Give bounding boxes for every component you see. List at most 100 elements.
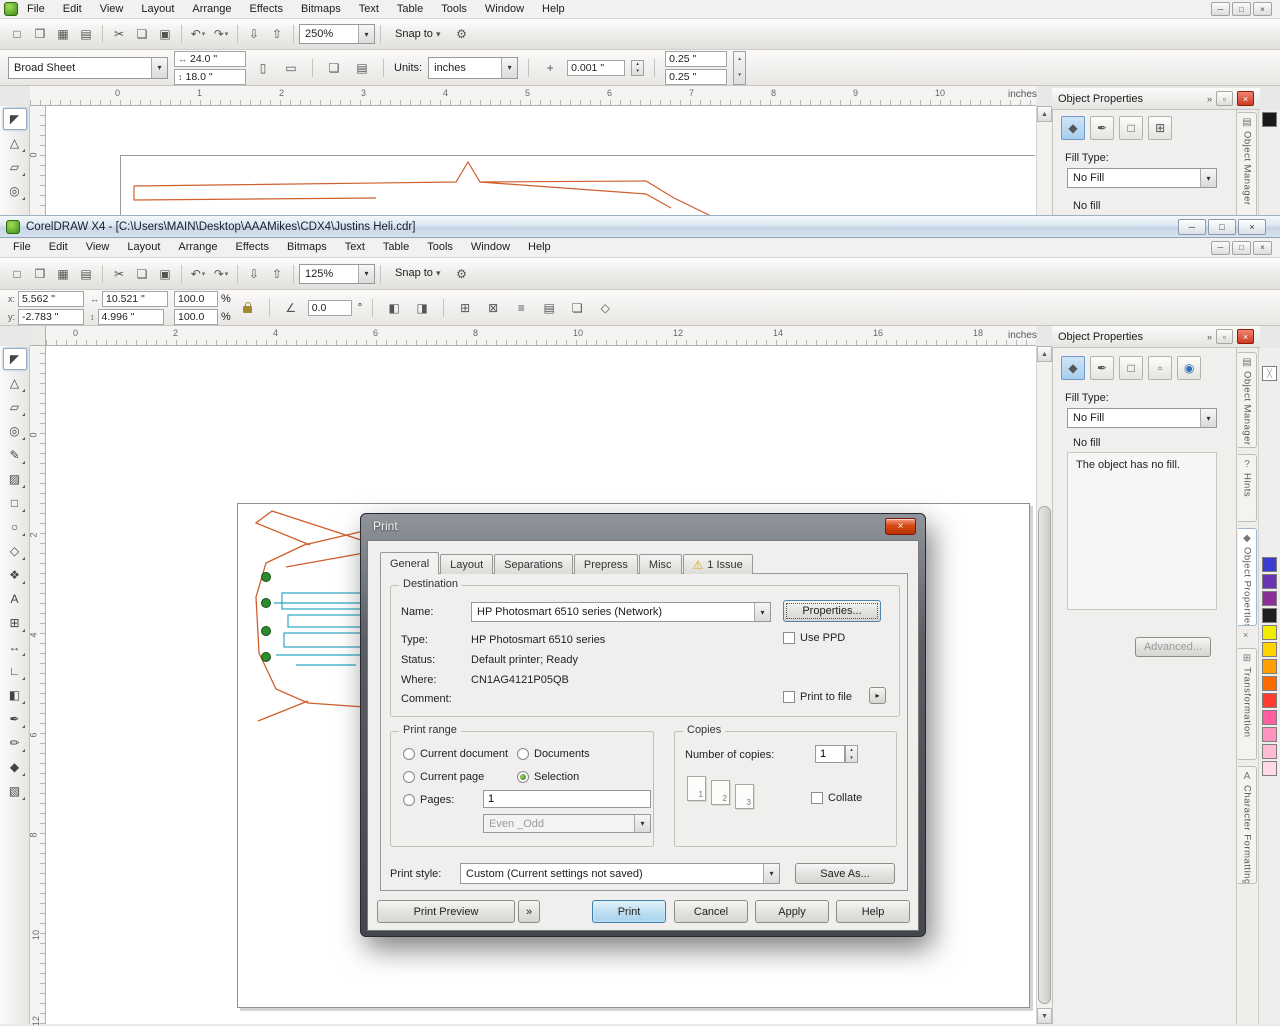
- outline-properties-icon[interactable]: ✒: [1090, 116, 1115, 140]
- print-style-combo[interactable]: Custom (Current settings not saved) ▾: [460, 863, 780, 884]
- mini-preview-button[interactable]: »: [518, 900, 540, 923]
- canvas-scrollbar[interactable]: ▲ ▼: [1036, 346, 1052, 1024]
- zoom-tool[interactable]: ◎: [3, 420, 27, 442]
- docker-dock-icon[interactable]: ▫: [1216, 329, 1233, 344]
- import-icon[interactable]: ⇩: [243, 23, 265, 45]
- color-swatch[interactable]: [1262, 676, 1277, 691]
- checkbox-icon[interactable]: [783, 691, 795, 703]
- menu-file[interactable]: File: [4, 239, 40, 256]
- save-as-button[interactable]: Save As...: [795, 863, 895, 884]
- new-icon[interactable]: □: [6, 23, 28, 45]
- dialog-close-button[interactable]: ×: [885, 518, 916, 535]
- copy-icon[interactable]: ❏: [131, 23, 153, 45]
- export-icon[interactable]: ⇧: [266, 23, 288, 45]
- options-icon[interactable]: ⚙: [451, 23, 473, 45]
- fill-properties-icon[interactable]: ◆: [1061, 356, 1085, 380]
- redo-icon[interactable]: ↷ ▾: [210, 23, 232, 45]
- dropdown-arrow-icon[interactable]: ▾: [151, 57, 167, 78]
- docker-collapse-icon[interactable]: »: [1207, 332, 1212, 342]
- x-position-field[interactable]: 5.562 ": [18, 290, 85, 307]
- color-swatch[interactable]: [1262, 591, 1277, 606]
- shape-tool[interactable]: △: [3, 372, 27, 394]
- color-swatch[interactable]: [1262, 693, 1277, 708]
- tab-general[interactable]: General: [380, 552, 440, 574]
- docker-tab-character-formatting[interactable]: A Character Formatting: [1238, 766, 1257, 884]
- outline-tool[interactable]: ✏: [3, 732, 27, 754]
- docker-close-icon[interactable]: ×: [1237, 91, 1254, 106]
- checkbox-icon[interactable]: [783, 632, 795, 644]
- minimize-icon[interactable]: ─: [1178, 218, 1206, 235]
- docker-tab-object-manager[interactable]: ▤ Object Manager: [1238, 112, 1257, 232]
- printer-name-combo[interactable]: HP Photosmart 6510 series (Network) ▾: [471, 602, 771, 622]
- drawing-canvas[interactable]: [46, 106, 1036, 216]
- print-to-file-options-button[interactable]: ▸: [869, 687, 886, 704]
- crop-tool[interactable]: ▱: [3, 156, 27, 178]
- ruler-origin[interactable]: [30, 326, 46, 346]
- undo-icon[interactable]: ↶ ▾: [187, 263, 209, 285]
- options-icon[interactable]: ⚙: [451, 263, 473, 285]
- paste-icon[interactable]: ▣: [154, 23, 176, 45]
- restore-icon[interactable]: □: [1232, 2, 1251, 16]
- pick-tool[interactable]: ◤: [2, 108, 27, 130]
- duplicate-spinner[interactable]: ▴ ▾: [733, 50, 747, 85]
- paper-width-field[interactable]: ↔ 24.0 ": [174, 50, 246, 67]
- portrait-icon[interactable]: ▯: [252, 57, 274, 79]
- zoom-level-combo[interactable]: 125% ▾: [299, 263, 375, 284]
- freehand-tool[interactable]: ✎: [3, 444, 27, 466]
- copy-icon[interactable]: ❏: [131, 263, 153, 285]
- scrollbar-thumb[interactable]: [1038, 506, 1051, 1004]
- docker-dock-icon[interactable]: ▫: [1216, 91, 1233, 106]
- snap-to-menu[interactable]: Snap to ▾: [386, 26, 450, 43]
- radio-icon[interactable]: [403, 771, 415, 783]
- ellipse-tool[interactable]: ○: [3, 516, 27, 538]
- connector-tool[interactable]: ∟: [3, 660, 27, 682]
- help-button[interactable]: Help: [836, 900, 910, 923]
- menu-tools[interactable]: Tools: [418, 239, 462, 256]
- nudge-spinner[interactable]: ▴ ▾: [631, 59, 645, 76]
- paste-icon[interactable]: ▣: [154, 263, 176, 285]
- to-front-icon[interactable]: ▤: [538, 297, 560, 319]
- lock-ratio-icon[interactable]: [237, 297, 259, 319]
- color-swatch[interactable]: [1262, 761, 1277, 776]
- color-swatch[interactable]: [1262, 642, 1277, 657]
- menu-text[interactable]: Text: [336, 239, 374, 256]
- menu-window[interactable]: Window: [462, 239, 519, 256]
- copies-spinner[interactable]: ▴ ▾: [845, 745, 858, 763]
- canvas-drawing[interactable]: [246, 505, 366, 725]
- color-swatch[interactable]: [1262, 112, 1277, 127]
- blend-tool[interactable]: ◧: [3, 684, 27, 706]
- advanced-button[interactable]: Advanced...: [1135, 637, 1211, 657]
- docker-tab-hints[interactable]: ? Hints: [1238, 454, 1257, 522]
- detail-properties-icon[interactable]: ▫: [1148, 356, 1173, 380]
- use-ppd-checkbox[interactable]: Use PPD: [783, 632, 845, 644]
- rectangle-tool[interactable]: □: [3, 492, 27, 514]
- tab-issues[interactable]: ⚠ 1 Issue: [682, 554, 753, 574]
- horizontal-ruler[interactable]: 0 2 4 6 8 10 12 14 16 18: [46, 326, 1036, 346]
- internet-properties-icon[interactable]: ◉: [1177, 356, 1202, 380]
- print-preview-button[interactable]: Print Preview: [377, 900, 515, 923]
- table-tool[interactable]: ⊞: [3, 612, 27, 634]
- scale-x-field[interactable]: 100.0: [174, 290, 219, 307]
- outline-properties-icon[interactable]: ✒: [1090, 356, 1115, 380]
- interactive-fill-tool[interactable]: ▧: [3, 780, 27, 802]
- redo-icon[interactable]: ↷ ▾: [210, 263, 232, 285]
- dropdown-arrow-icon[interactable]: ▾: [763, 864, 779, 883]
- menu-file[interactable]: File: [18, 1, 54, 18]
- align-icon[interactable]: ≡: [510, 297, 532, 319]
- menu-tools[interactable]: Tools: [432, 1, 476, 18]
- menu-effects[interactable]: Effects: [241, 1, 292, 18]
- close-icon[interactable]: ×: [1238, 218, 1266, 235]
- menu-view[interactable]: View: [77, 239, 119, 256]
- color-swatch[interactable]: [1262, 625, 1277, 640]
- tab-layout[interactable]: Layout: [440, 554, 494, 574]
- horizontal-ruler[interactable]: 0 1 2 3 4 5 6 7 8 9 10: [30, 86, 1036, 106]
- scale-y-field[interactable]: 100.0: [174, 308, 219, 325]
- shape-tool[interactable]: △: [3, 132, 27, 154]
- fill-type-combo[interactable]: No Fill ▾: [1067, 168, 1217, 188]
- to-back-icon[interactable]: ❏: [566, 297, 588, 319]
- pages-radio[interactable]: Pages:: [403, 794, 454, 806]
- zoom-level-combo[interactable]: 250% ▾: [299, 24, 375, 44]
- selection-radio[interactable]: Selection: [517, 771, 579, 783]
- save-icon[interactable]: ▦: [52, 263, 74, 285]
- rotation-angle-field[interactable]: 0.0: [307, 299, 352, 316]
